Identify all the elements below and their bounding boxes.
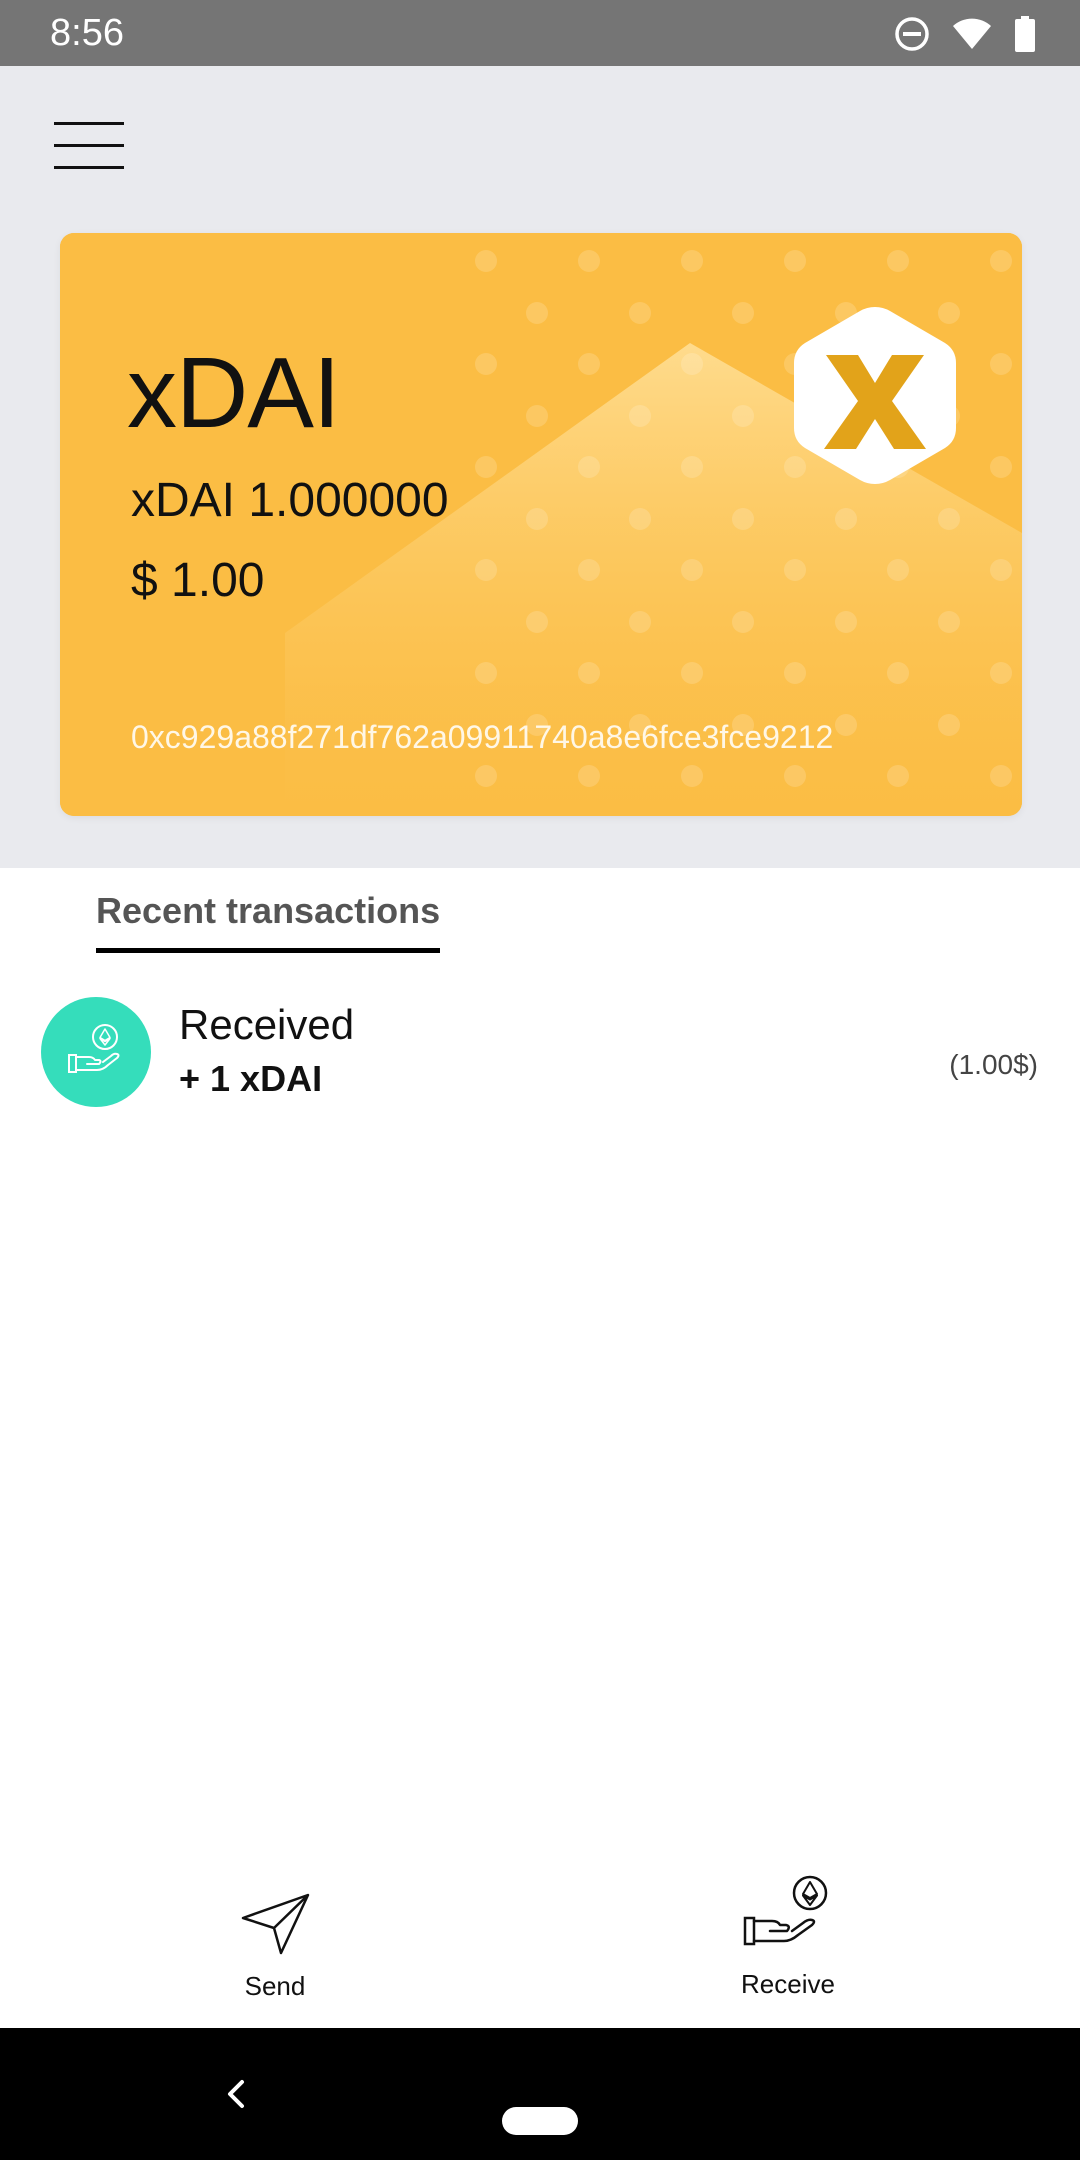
token-card[interactable]: xDAI xDAI 1.000000 $ 1.00 0xc929a88f271d… — [60, 233, 1022, 816]
xdai-logo-icon — [790, 303, 960, 488]
send-button[interactable]: Send — [175, 1870, 375, 2010]
receive-hand-icon — [743, 1875, 828, 1946]
tab-label: Recent transactions — [96, 890, 441, 931]
status-icons — [894, 12, 1036, 56]
status-time: 8:56 — [50, 12, 124, 54]
home-pill-icon[interactable] — [502, 2107, 578, 2135]
back-chevron-icon[interactable] — [222, 2074, 252, 2114]
do-not-disturb-icon — [894, 16, 930, 52]
transaction-amount: + 1 xDAI — [179, 1058, 323, 1099]
receive-hand-icon — [41, 997, 151, 1107]
transaction-fiat-value: (1.00$) — [949, 1049, 1038, 1080]
transaction-row[interactable]: Received + 1 xDAI (1.00$) — [0, 985, 1080, 1115]
send-label: Send — [244, 1971, 306, 2001]
transaction-type: Received — [179, 1001, 355, 1048]
wifi-icon — [952, 17, 992, 51]
battery-icon — [1014, 16, 1036, 52]
token-balance: xDAI 1.000000 — [131, 474, 449, 527]
token-name: xDAI — [127, 337, 341, 449]
tab-recent-transactions[interactable]: Recent transactions — [96, 888, 441, 954]
fiat-balance: $ 1.00 — [131, 554, 265, 607]
receive-label: Receive — [741, 1969, 835, 1999]
wallet-address: 0xc929a88f271df762a09911740a8e6fce3fce92… — [131, 719, 834, 755]
hamburger-menu-icon[interactable] — [54, 122, 124, 170]
tab-active-indicator — [96, 948, 441, 953]
status-bar: 8:56 — [0, 0, 1080, 66]
receive-button[interactable]: Receive — [688, 1870, 888, 2010]
paper-plane-icon — [241, 1893, 310, 1955]
navigation-bar — [0, 2028, 1080, 2160]
